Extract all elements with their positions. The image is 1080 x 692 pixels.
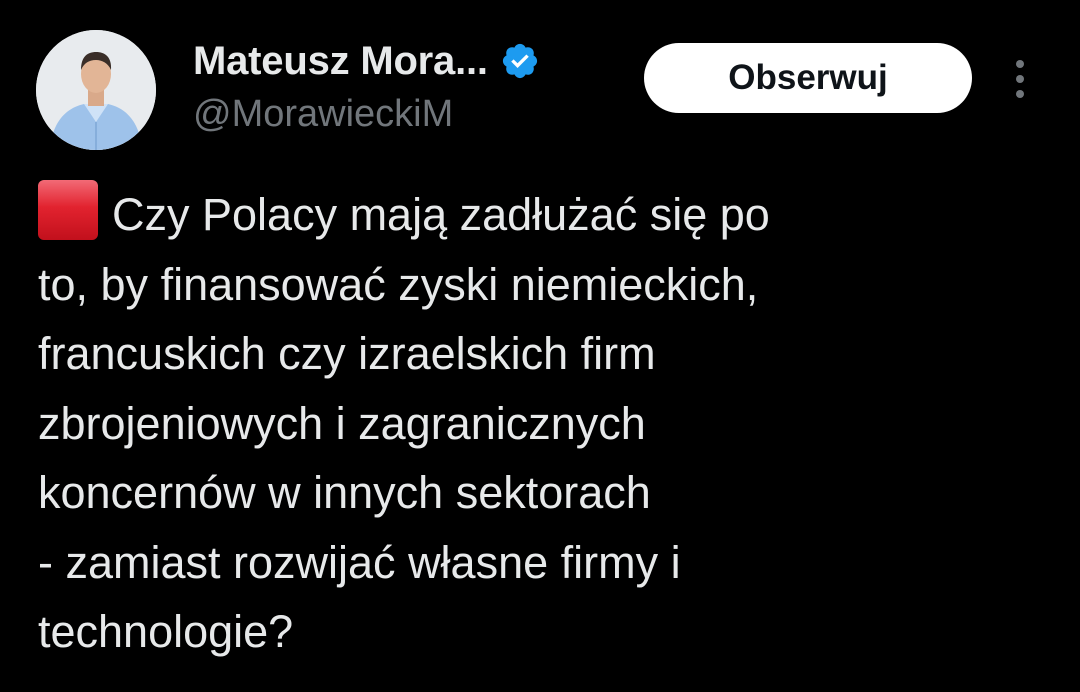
more-options-icon[interactable]	[1004, 56, 1036, 102]
tweet-line: zbrojeniowych i zagranicznych	[38, 397, 646, 449]
tweet-line-text: Czy Polacy mają zadłużać się po	[112, 189, 770, 240]
author-handle[interactable]: @MorawieckiM	[193, 92, 453, 136]
tweet-text: Czy Polacy mają zadłużać się po to, by f…	[38, 180, 1048, 667]
red-square-emoji-icon	[38, 180, 98, 240]
tweet-line: to, by finansować zyski niemieckich,	[38, 258, 759, 310]
tweet-line: - zamiast rozwijać własne firmy i	[38, 536, 681, 588]
verified-badge-icon	[502, 43, 537, 79]
avatar[interactable]	[36, 30, 156, 150]
tweet-line: Czy Polacy mają zadłużać się po	[38, 180, 1048, 250]
tweet-line: koncernów w innych sektorach	[38, 467, 651, 518]
author-display-name[interactable]: Mateusz Mora...	[193, 38, 488, 84]
tweet-card: Mateusz Mora... @MorawieckiM Obserwuj Cz…	[0, 0, 1080, 692]
tweet-line: francuskich czy izraelskich firm	[38, 328, 656, 379]
author-name-row: Mateusz Mora...	[193, 38, 540, 84]
follow-button[interactable]: Obserwuj	[644, 43, 972, 113]
avatar-photo-icon	[36, 30, 156, 150]
tweet-line: technologie?	[38, 606, 294, 657]
